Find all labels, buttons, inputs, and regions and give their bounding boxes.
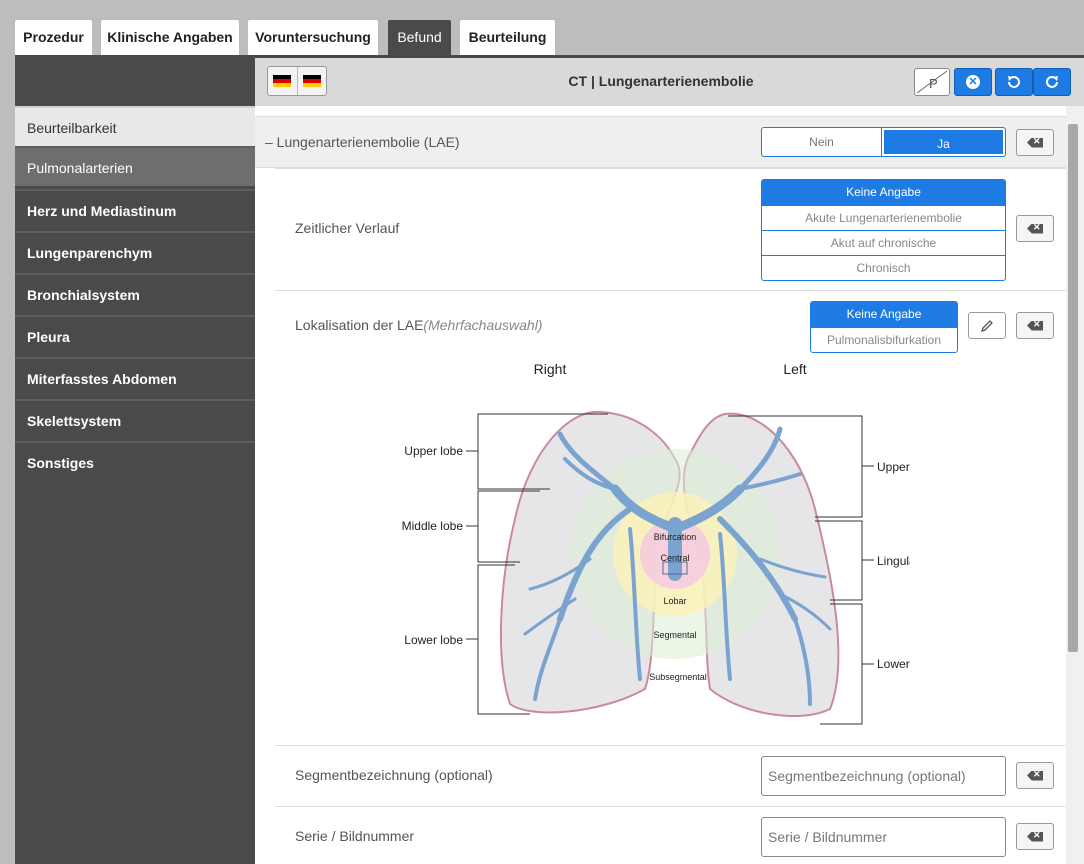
- sidebar-item-beurteilbarkeit[interactable]: Beurteilbarkeit: [15, 106, 255, 146]
- zone-label-segmental: Segmental: [653, 630, 696, 640]
- backspace-icon: [1027, 770, 1043, 781]
- zeitlich-option-chronisch[interactable]: Chronisch: [762, 255, 1005, 280]
- x-circle-icon: ✕: [966, 75, 980, 89]
- zeitlich-clear-button[interactable]: [1016, 215, 1054, 242]
- sidebar-item-herz[interactable]: Herz und Mediastinum: [15, 189, 255, 229]
- flag-de-icon: [302, 75, 321, 87]
- lokalisation-option-keine-angabe[interactable]: Keine Angabe: [811, 302, 957, 327]
- lokalisation-label-text: Lokalisation der LAE: [295, 317, 424, 333]
- zeitlich-option-akut-auf-chronisch[interactable]: Akut auf chronische: [762, 230, 1005, 255]
- sidebar-item-bronchialsystem[interactable]: Bronchialsystem: [15, 273, 255, 313]
- lae-ja-option[interactable]: Ja: [884, 130, 1003, 154]
- undo-icon: [1008, 76, 1020, 88]
- p-toggle-button[interactable]: P: [914, 68, 950, 96]
- right-upper-lobe-label[interactable]: Upper lobe: [404, 444, 463, 458]
- lokalisation-section: Lokalisation der LAE(Mehrfachauswahl) Ke…: [275, 290, 1066, 745]
- lokalisation-options: Keine Angabe Pulmonalisbifurkation: [810, 301, 958, 353]
- zone-label-bifurcation: Bifurcation: [654, 532, 697, 542]
- zeitlich-option-akut[interactable]: Akute Lungenarterienembolie: [762, 205, 1005, 230]
- serie-label: Serie / Bildnummer: [295, 828, 415, 844]
- redo-button[interactable]: [1033, 68, 1071, 96]
- tab-befund[interactable]: Befund: [388, 20, 451, 55]
- undo-button[interactable]: [995, 68, 1033, 96]
- sidebar-item-pleura[interactable]: Pleura: [15, 315, 255, 355]
- p-label: P: [929, 76, 938, 91]
- tab-beurteilung[interactable]: Beurteilung: [460, 20, 555, 55]
- left-lower-lobe-label[interactable]: Lower lobe: [877, 657, 910, 671]
- serie-section: Serie / Bildnummer: [275, 806, 1066, 864]
- zeitlich-label: Zeitlicher Verlauf: [295, 220, 400, 236]
- segment-section: Segmentbezeichnung (optional): [275, 745, 1066, 806]
- report-header: CT | Lungenarterienembolie P ✕: [255, 58, 1084, 106]
- lokalisation-hint: (Mehrfachauswahl): [423, 317, 543, 333]
- reset-button[interactable]: ✕: [954, 68, 992, 96]
- left-upper-lobe-label[interactable]: Upper lobe: [877, 460, 910, 474]
- right-middle-lobe-label[interactable]: Middle lobe: [402, 519, 464, 533]
- zeitlich-option-keine-angabe[interactable]: Keine Angabe: [762, 180, 1005, 205]
- zone-label-subsegmental: Subsegmental: [649, 672, 707, 682]
- lae-row: – Lungenarterienembolie (LAE) Nein Ja: [255, 116, 1066, 168]
- lae-clear-button[interactable]: [1016, 129, 1054, 156]
- zeitlich-section: Zeitlicher Verlauf Keine Angabe Akute Lu…: [275, 168, 1066, 290]
- sidebar: Beurteilbarkeit Pulmonalarterien Herz un…: [15, 58, 255, 864]
- content-scrollbar-thumb[interactable]: [1068, 124, 1078, 652]
- sidebar-item-abdomen[interactable]: Miterfasstes Abdomen: [15, 357, 255, 397]
- lung-diagram: Right Left Bifurcation Central Lobar Seg…: [402, 361, 910, 725]
- language-switcher: [267, 66, 327, 96]
- lae-toggle: Nein Ja: [761, 127, 1006, 157]
- flag-de-icon: [273, 75, 292, 87]
- sidebar-item-skelettsystem[interactable]: Skelettsystem: [15, 399, 255, 439]
- segment-label: Segmentbezeichnung (optional): [295, 767, 493, 783]
- zeitlich-options: Keine Angabe Akute Lungenarterienembolie…: [761, 179, 1006, 281]
- backspace-icon: [1027, 223, 1043, 234]
- sidebar-item-lungenparenchym[interactable]: Lungenparenchym: [15, 231, 255, 271]
- pencil-icon: [980, 319, 993, 332]
- diagram-left-title: Left: [783, 361, 806, 377]
- lae-label: – Lungenarterienembolie (LAE): [265, 134, 460, 150]
- backspace-icon: [1027, 831, 1043, 842]
- sidebar-item-sonstiges[interactable]: Sonstiges: [15, 441, 255, 481]
- redo-icon: [1046, 76, 1058, 88]
- tab-voruntersuchung[interactable]: Voruntersuchung: [248, 20, 378, 55]
- tab-klinische-angaben[interactable]: Klinische Angaben: [101, 20, 239, 55]
- tab-prozedur[interactable]: Prozedur: [15, 20, 92, 55]
- left-lingula-label[interactable]: Lingula: [877, 554, 910, 568]
- serie-input[interactable]: [761, 817, 1006, 857]
- top-tabbar: Prozedur Klinische Angaben Voruntersuchu…: [0, 0, 1084, 56]
- p-slash-icon: P: [916, 70, 948, 94]
- zone-label-lobar: Lobar: [663, 596, 686, 606]
- language-de-button[interactable]: [268, 67, 298, 95]
- backspace-icon: [1027, 320, 1043, 331]
- right-lower-lobe-label[interactable]: Lower lobe: [404, 633, 463, 647]
- zone-label-central: Central: [660, 553, 689, 563]
- serie-clear-button[interactable]: [1016, 823, 1054, 850]
- language-de-alt-button[interactable]: [298, 67, 327, 95]
- backspace-icon: [1027, 137, 1043, 148]
- segment-input[interactable]: [761, 756, 1006, 796]
- diagram-right-title: Right: [534, 361, 567, 377]
- segment-clear-button[interactable]: [1016, 762, 1054, 789]
- lokalisation-option-bifurkation[interactable]: Pulmonalisbifurkation: [811, 327, 957, 352]
- lokalisation-edit-button[interactable]: [968, 312, 1006, 339]
- lae-nein-option[interactable]: Nein: [762, 128, 882, 156]
- page-title: CT | Lungenarterienembolie: [568, 73, 754, 89]
- lokalisation-label: Lokalisation der LAE(Mehrfachauswahl): [295, 317, 542, 333]
- sidebar-item-pulmonalarterien[interactable]: Pulmonalarterien: [15, 146, 255, 186]
- content-area: – Lungenarterienembolie (LAE) Nein Ja Ze…: [255, 106, 1066, 864]
- lokalisation-clear-button[interactable]: [1016, 312, 1054, 339]
